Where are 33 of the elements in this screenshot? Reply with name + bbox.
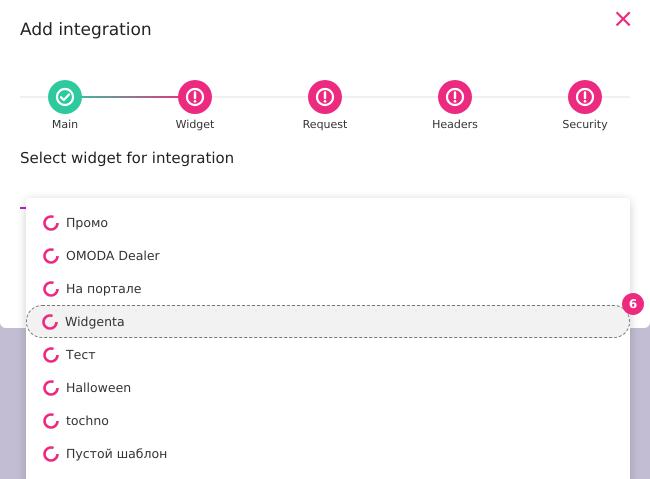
ring-icon [42, 346, 60, 364]
step-label: Main [52, 118, 78, 131]
widget-option[interactable]: Widgenta [26, 305, 630, 338]
widget-option[interactable]: OMODA Dealer [26, 239, 630, 272]
exclamation-icon [315, 87, 335, 107]
step-label: Headers [432, 118, 478, 131]
exclamation-icon [185, 87, 205, 107]
widget-option[interactable]: Пустой шаблон [26, 437, 630, 470]
section-title: Select widget for integration [20, 149, 236, 167]
ring-icon [41, 312, 59, 330]
ring-icon [42, 378, 60, 396]
widget-option[interactable]: Промо [26, 206, 630, 239]
dialog-title: Add integration [20, 20, 153, 40]
ring-icon [42, 246, 60, 264]
step-circle[interactable] [438, 80, 472, 114]
ring-icon [42, 444, 60, 462]
step-label: Request [302, 118, 348, 131]
widget-option[interactable]: Тест [26, 338, 630, 371]
step-circle[interactable] [568, 80, 602, 114]
exclamation-icon [445, 87, 465, 107]
step-circle[interactable] [178, 80, 212, 114]
step-circle[interactable] [48, 80, 82, 114]
check-icon [55, 87, 75, 107]
close-button[interactable]: × [606, 6, 640, 32]
step-circle[interactable] [308, 80, 342, 114]
ring-icon [42, 412, 60, 430]
widget-option[interactable]: tochno [26, 404, 630, 437]
exclamation-icon [575, 87, 595, 107]
ring-icon [42, 214, 60, 232]
step-label: Widget [176, 118, 214, 131]
widget-option[interactable]: Halloween [26, 371, 630, 404]
step-label: Security [562, 118, 608, 131]
ring-icon [42, 280, 60, 298]
